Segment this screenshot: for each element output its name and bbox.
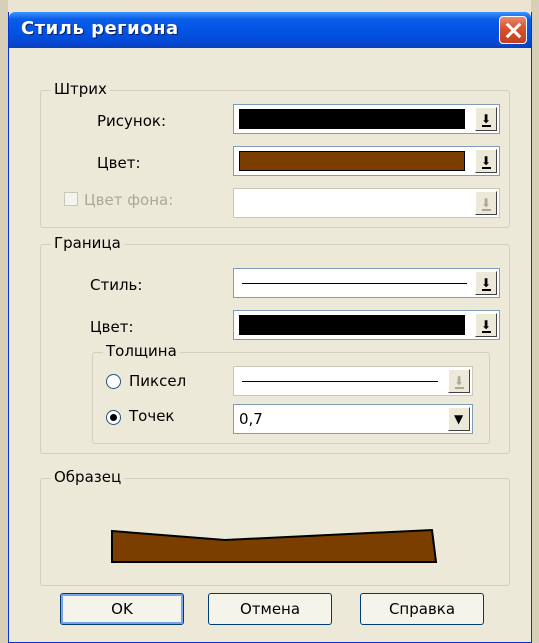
thickness-points-value: 0,7 — [239, 410, 263, 428]
window-title: Стиль региона — [21, 18, 179, 39]
hatch-color-select[interactable]: ⬇ — [233, 146, 500, 176]
bg-color-select[interactable]: ⬇ — [233, 188, 500, 218]
thickness-pixel-select[interactable]: ⬇ — [233, 366, 473, 396]
dropdown-arrow-icon: ▼ — [454, 412, 464, 426]
border-style-label: Стиль: — [90, 276, 143, 294]
thickness-pixel-line-sample — [242, 381, 438, 382]
hatch-group-label: Штрих — [51, 80, 110, 98]
border-group-label: Граница — [51, 234, 124, 252]
border-color-dropdown-button[interactable]: ⬇ — [475, 313, 497, 337]
border-style-dropdown-button[interactable]: ⬇ — [475, 271, 497, 295]
dropdown-arrow-icon: ⬇ — [481, 196, 492, 211]
dropdown-arrow-icon: ⬇ — [481, 112, 492, 127]
thickness-points-dropdown-button[interactable]: ▼ — [448, 407, 470, 431]
dropdown-arrow-icon: ⬇ — [454, 374, 465, 389]
bg-color-dropdown-button[interactable]: ⬇ — [475, 191, 497, 215]
border-style-select[interactable]: ⬇ — [233, 268, 500, 298]
bg-color-checkbox[interactable] — [64, 192, 78, 206]
dropdown-arrow-icon: ⬇ — [481, 318, 492, 333]
hatch-color-label: Цвет: — [97, 154, 141, 172]
hatch-color-swatch — [239, 151, 465, 171]
border-style-line-sample — [242, 283, 467, 284]
cancel-button[interactable]: Отмена — [208, 593, 332, 625]
title-bar[interactable]: Стиль региона — [9, 12, 531, 48]
help-button[interactable]: Справка — [360, 593, 484, 625]
dropdown-arrow-icon: ⬇ — [481, 154, 492, 169]
thickness-points-radio[interactable] — [106, 410, 121, 425]
hatch-pattern-swatch — [239, 109, 465, 129]
close-button[interactable] — [499, 16, 527, 44]
thickness-pixel-label: Пиксел — [129, 372, 187, 390]
thickness-pixel-radio[interactable] — [106, 374, 121, 389]
sample-preview-shape — [111, 528, 438, 563]
hatch-pattern-dropdown-button[interactable]: ⬇ — [475, 107, 497, 131]
border-color-select[interactable]: ⬇ — [233, 310, 500, 340]
sample-preview — [111, 528, 438, 563]
hatch-color-dropdown-button[interactable]: ⬇ — [475, 149, 497, 173]
bg-color-label: Цвет фона: — [84, 191, 174, 209]
thickness-group-label: Толщина — [103, 342, 180, 360]
ok-button[interactable]: OK — [60, 593, 184, 625]
hatch-pattern-label: Рисунок: — [97, 112, 167, 130]
thickness-pixel-dropdown-button[interactable]: ⬇ — [448, 369, 470, 393]
border-color-label: Цвет: — [90, 318, 134, 336]
border-color-swatch — [239, 315, 465, 335]
sample-group-label: Образец — [51, 468, 125, 486]
thickness-points-label: Точек — [129, 407, 175, 425]
hatch-pattern-select[interactable]: ⬇ — [233, 104, 500, 134]
dropdown-arrow-icon: ⬇ — [481, 276, 492, 291]
thickness-points-input[interactable]: 0,7 ▼ — [233, 404, 473, 434]
